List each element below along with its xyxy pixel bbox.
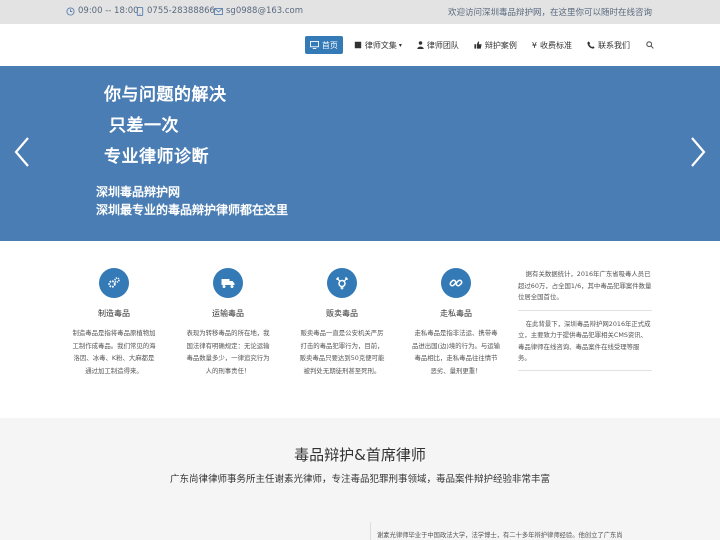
nav-item-cases[interactable]: 辩护案例 (470, 36, 521, 54)
desc-line: 洛因、冰毒、K粉、大麻都是 (73, 354, 155, 362)
nav-label-articles: 律师文集 (364, 40, 397, 50)
site-intro: 据有关数据统计，2016年广东省吸毒人员已超过60万，占全国1/6，其中毒品犯罪… (518, 269, 652, 371)
nav-label-contact: 联系我们 (598, 40, 630, 50)
desc-line: 通过加工制造得来。 (85, 366, 143, 375)
phone-text: 0755-28388866 (147, 6, 215, 16)
desc-line: 毒品相比，走私毒品往往情节 (414, 354, 498, 362)
service-smuggling[interactable]: 走私毒品 走私毒品是指非法运、携带毒 品进出国(边)境的行为。与运输 毒品相比，… (408, 268, 504, 377)
contact-phone[interactable]: 0755-28388866 (136, 6, 215, 16)
desc-line: 制造毒品是指将毒品原植物加 (72, 329, 156, 337)
services-section: 制造毒品 制造毒品是指将毒品原植物加 工制作成毒品。我们常见的海 洛因、冰毒、K… (0, 241, 720, 418)
lawyer-bio: 谢素光律师毕业于中国政法大学，法学博士，有二十多年辩护律师经验。他创立了广东尚 (370, 522, 660, 540)
hero-tagline: 深圳最专业的毒品辩护律师都在这里 (96, 203, 289, 217)
chevron-left-icon (14, 137, 29, 167)
nav-item-articles[interactable]: 律师文集 ▾ (350, 36, 406, 54)
desc-line: 工制作成毒品。我们常见的海 (72, 341, 156, 350)
business-hours: 09:00 -- 18:00 (66, 6, 139, 16)
desc-line: 表现为转移毒品的所在地，我 (186, 329, 270, 337)
hero-site-name: 深圳毒品辩护网 (96, 185, 181, 199)
service-manufacture[interactable]: 制造毒品 制造毒品是指将毒品原植物加 工制作成毒品。我们常见的海 洛因、冰毒、K… (66, 268, 162, 377)
search-icon (646, 41, 654, 49)
chain-icon (441, 268, 471, 298)
nav-item-contact[interactable]: 联系我们 (583, 36, 634, 54)
yen-icon: ¥ (531, 40, 537, 50)
search-button[interactable] (646, 41, 654, 49)
service-title: 制造毒品 (98, 309, 130, 318)
desc-line: 走私毒品是指非法运、携带毒 (414, 329, 498, 337)
lawyer-section: 毒品辩护&首席律师 广东尚律律师事务所主任谢素光律师，专注毒品犯罪刑事领域，毒品… (0, 418, 720, 540)
carousel-next-button[interactable] (688, 136, 708, 172)
truck-icon (213, 268, 243, 298)
service-desc: 走私毒品是指非法运、携带毒 品进出国(边)境的行为。与运输 毒品相比，走私毒品往… (408, 327, 504, 377)
desc-line: 贩卖毒品一直是公安机关严厉 (300, 329, 384, 337)
monitor-icon (309, 41, 319, 49)
desc-line: 被判处无期徒刑甚至死刑。 (303, 366, 381, 375)
intro-paragraph-2: 在此背景下，深圳毒品辩护网2016年正式成立，主要致力于提供毒品犯罪相关CMS资… (518, 311, 652, 371)
hero-line-2: 只差一次 (109, 116, 179, 136)
nav-item-home[interactable]: 首页 (304, 36, 343, 54)
service-trafficking[interactable]: 贩卖毒品 贩卖毒品一直是公安机关严厉 打击的毒品犯罪行为，目前， 贩卖毒品只要达… (294, 268, 390, 377)
nav-item-team[interactable]: 律师团队 (413, 36, 463, 54)
contact-email[interactable]: sg0988@163.com (214, 6, 303, 16)
service-desc: 表现为转移毒品的所在地，我 国法律有明确规定：无论运输 毒品数量多少，一律追究行… (180, 327, 276, 377)
service-desc: 贩卖毒品一直是公安机关严厉 打击的毒品犯罪行为，目前， 贩卖毒品只要达到50克便… (294, 327, 390, 377)
chevron-right-icon (691, 137, 706, 167)
hero-line-1: 你与问题的解决 (104, 85, 227, 105)
service-title: 贩卖毒品 (326, 309, 358, 318)
hero-banner: 你与问题的解决 只差一次 专业律师诊断 深圳毒品辩护网 深圳最专业的毒品辩护律师… (0, 66, 720, 241)
nav-label-home: 首页 (321, 40, 338, 50)
main-navbar: 首页 律师文集 ▾ 律师团队 辩护案例 ¥ 收费标准 联系我们 (0, 24, 720, 66)
service-desc: 制造毒品是指将毒品原植物加 工制作成毒品。我们常见的海 洛因、冰毒、K粉、大麻都… (66, 327, 162, 377)
clock-icon (66, 6, 75, 16)
desc-line: 打击的毒品犯罪行为，目前， (300, 341, 384, 350)
phone-icon (587, 41, 595, 49)
email-text: sg0988@163.com (226, 6, 304, 16)
desc-line: 国法律有明确规定：无论运输 (186, 341, 270, 350)
desc-line: 恶劣、量刑更重！ (430, 366, 482, 375)
cogs-icon (99, 268, 129, 298)
service-transport[interactable]: 运输毒品 表现为转移毒品的所在地，我 国法律有明确规定：无论运输 毒品数量多少，… (180, 268, 276, 377)
desc-line: 贩卖毒品只要达到50克便可能 (299, 354, 385, 362)
section-subheading: 广东尚律律师事务所主任谢素光律师，专注毒品犯罪刑事领域，毒品案件辩护经验非常丰富 (169, 474, 550, 485)
desc-line: 人的刑事责任！ (205, 366, 251, 375)
hero-line-3: 专业律师诊断 (104, 147, 209, 167)
service-title: 运输毒品 (212, 309, 244, 318)
nav-label-fees: 收费标准 (540, 40, 572, 50)
hours-text: 09:00 -- 18:00 (78, 6, 139, 16)
desc-line: 品进出国(边)境的行为。与运输 (411, 341, 501, 350)
main-nav: 首页 律师文集 ▾ 律师团队 辩护案例 ¥ 收费标准 联系我们 (298, 35, 654, 55)
intro-paragraph-1: 据有关数据统计，2016年广东省吸毒人员已超过60万，占全国1/6，其中毒品犯罪… (518, 269, 652, 311)
desc-line: 毒品数量多少，一律追究行为 (186, 354, 270, 362)
top-info-bar: 09:00 -- 18:00 0755-28388866 sg0988@163.… (0, 0, 720, 24)
carousel-prev-button[interactable] (12, 136, 32, 172)
section-heading: 毒品辩护&首席律师 (294, 446, 426, 464)
mail-icon (214, 7, 223, 15)
service-title: 走私毒品 (440, 309, 472, 318)
nav-label-team: 律师团队 (426, 40, 459, 50)
phone-icon (136, 6, 144, 16)
book-icon (354, 41, 362, 49)
person-icon (417, 41, 424, 49)
welcome-text: 欢迎访问深圳毒品辩护网，在这里你可以随时在线咨询 (447, 8, 652, 18)
chevron-down-icon: ▾ (398, 41, 402, 49)
transgender-icon (327, 268, 357, 298)
nav-label-cases: 辩护案例 (484, 40, 517, 50)
thumbs-up-icon (474, 41, 482, 49)
nav-item-fees[interactable]: ¥ 收费标准 (528, 36, 576, 54)
